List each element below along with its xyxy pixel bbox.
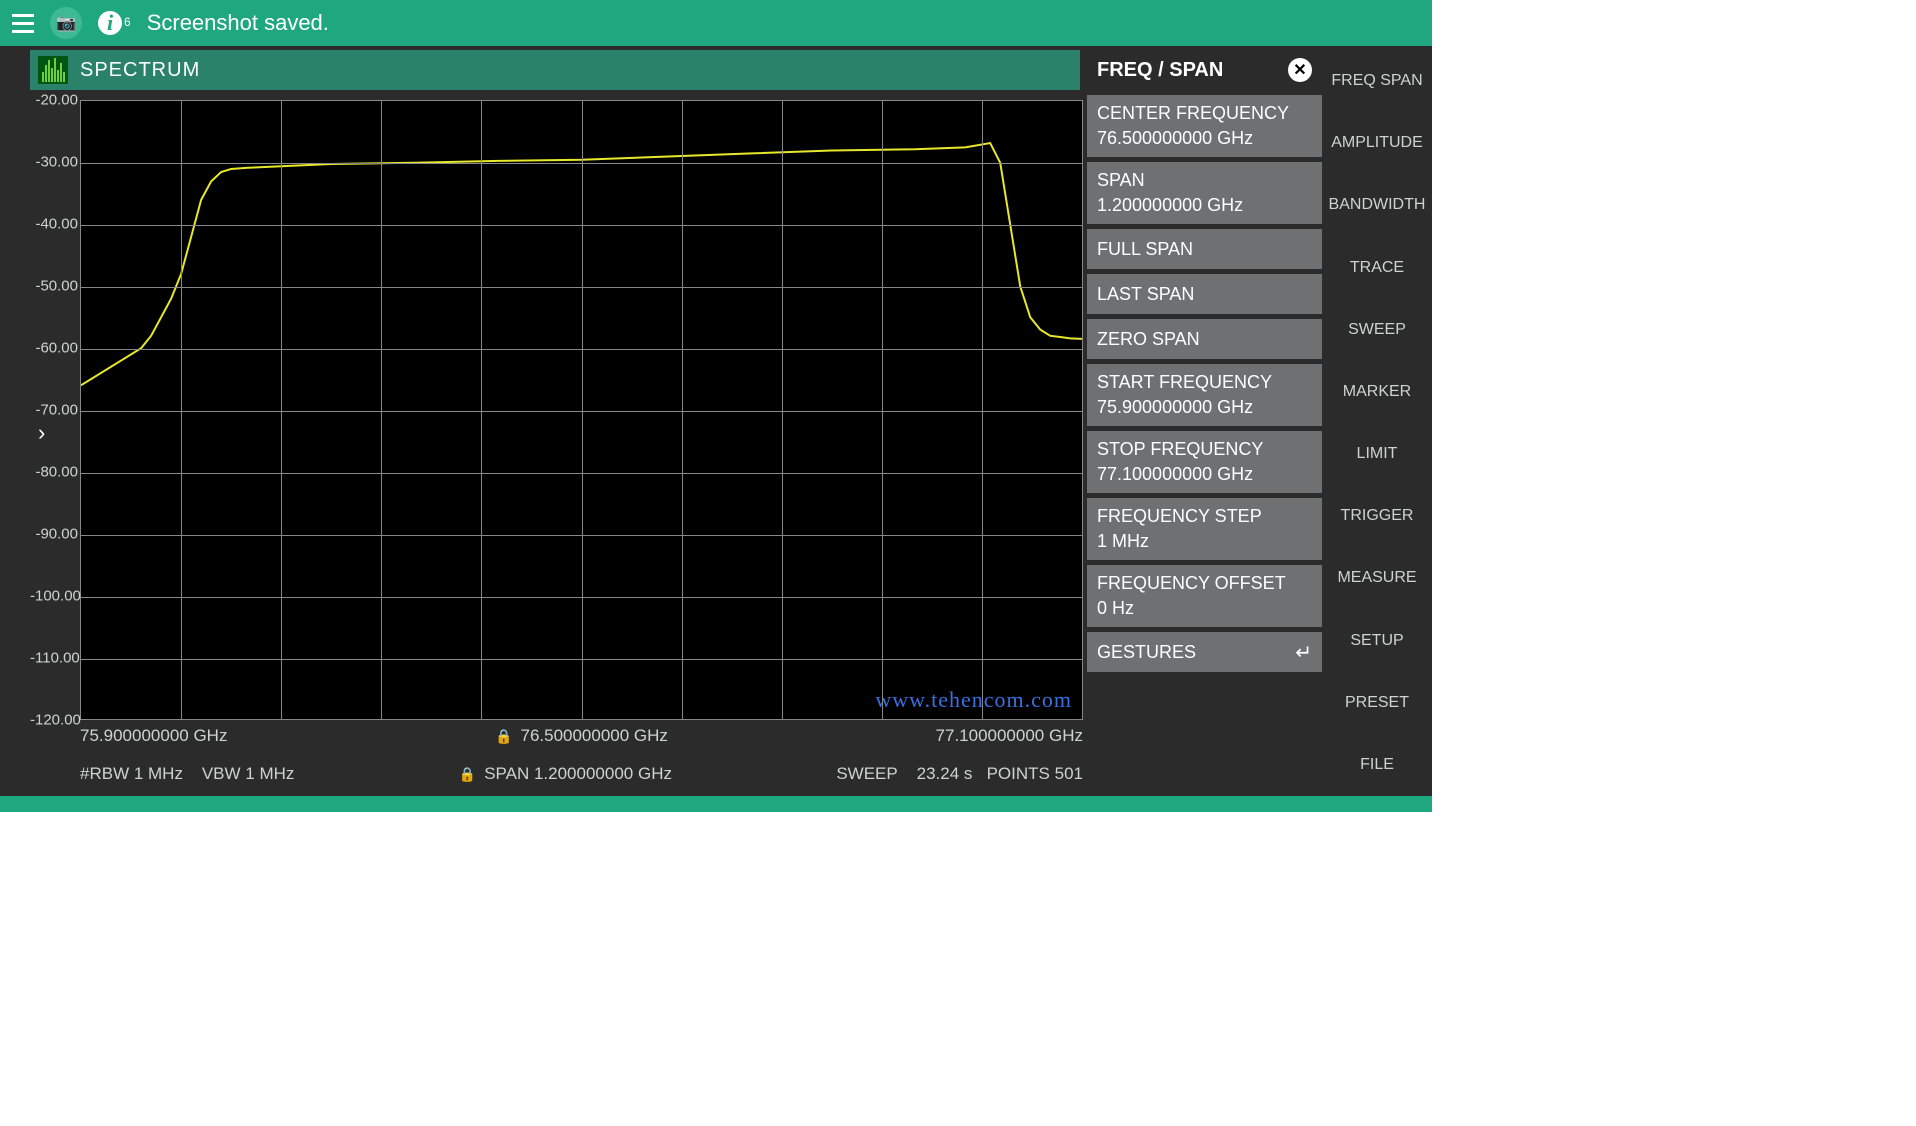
menu-item-measure[interactable]: MEASURE	[1322, 559, 1432, 597]
label: SPAN	[1097, 170, 1312, 191]
status-span: SPAN 1.200000000 GHz	[484, 764, 672, 784]
menu-icon[interactable]	[12, 14, 34, 33]
y-tick: -50.00	[30, 278, 78, 295]
toast-message: Screenshot saved.	[147, 10, 329, 36]
label: CENTER FREQUENCY	[1097, 103, 1312, 124]
label: ZERO SPAN	[1097, 329, 1200, 350]
top-bar: 📷 i 6 Screenshot saved.	[0, 0, 1432, 46]
bottom-bar	[0, 796, 1432, 812]
lock-icon: 🔒	[459, 766, 476, 783]
screenshot-button[interactable]: 📷	[50, 7, 82, 39]
right-menu: FREQ SPAN AMPLITUDE BANDWIDTH TRACE SWEE…	[1322, 50, 1432, 796]
x-center: 76.500000000 GHz	[520, 726, 667, 746]
spectrum-icon	[38, 56, 68, 84]
y-tick: -60.00	[30, 340, 78, 357]
y-tick: -40.00	[30, 216, 78, 233]
panel-item-start-frequency[interactable]: START FREQUENCY 75.900000000 GHz	[1087, 364, 1322, 426]
status-sweep-points: SWEEP 23.24 s POINTS 501	[836, 764, 1083, 784]
chart-area: › www.tehencom.com 75.900000000 GHz 🔒 76…	[30, 100, 1087, 742]
panel-item-zero-span[interactable]: ZERO SPAN	[1087, 319, 1322, 359]
menu-item-setup[interactable]: SETUP	[1322, 622, 1432, 660]
info-icon: i	[98, 11, 122, 35]
panel-item-full-span[interactable]: FULL SPAN	[1087, 229, 1322, 269]
info-count: 6	[124, 15, 131, 29]
chart-title-bar: SPECTRUM	[30, 50, 1080, 90]
lock-icon: 🔒	[495, 728, 512, 745]
label: LAST SPAN	[1097, 284, 1194, 305]
freq-span-panel: FREQ / SPAN ✕ CENTER FREQUENCY 76.500000…	[1087, 50, 1322, 796]
label: STOP FREQUENCY	[1097, 439, 1312, 460]
panel-title: FREQ / SPAN	[1097, 59, 1223, 82]
label: GESTURES	[1097, 642, 1196, 663]
panel-item-span[interactable]: SPAN 1.200000000 GHz	[1087, 162, 1322, 224]
chart-title: SPECTRUM	[80, 59, 200, 82]
status-rbw-vbw: #RBW 1 MHz VBW 1 MHz	[80, 764, 294, 784]
y-tick: -30.00	[30, 154, 78, 171]
panel-item-gestures[interactable]: GESTURES ↵	[1087, 632, 1322, 672]
label: START FREQUENCY	[1097, 372, 1312, 393]
panel-item-stop-frequency[interactable]: STOP FREQUENCY 77.100000000 GHz	[1087, 431, 1322, 493]
value: 75.900000000 GHz	[1097, 397, 1312, 418]
label: FULL SPAN	[1097, 239, 1193, 260]
info-badge[interactable]: i 6	[98, 11, 131, 35]
panel-item-frequency-step[interactable]: FREQUENCY STEP 1 MHz	[1087, 498, 1322, 560]
menu-item-freq-span[interactable]: FREQ SPAN	[1322, 62, 1432, 100]
label: FREQUENCY OFFSET	[1097, 573, 1312, 594]
value: 0 Hz	[1097, 598, 1312, 619]
menu-item-marker[interactable]: MARKER	[1322, 373, 1432, 411]
value: 1 MHz	[1097, 531, 1312, 552]
menu-item-sweep[interactable]: SWEEP	[1322, 311, 1432, 349]
label: FREQUENCY STEP	[1097, 506, 1312, 527]
menu-item-trace[interactable]: TRACE	[1322, 249, 1432, 287]
chevron-right-icon[interactable]: ›	[38, 420, 45, 446]
close-icon[interactable]: ✕	[1288, 58, 1312, 82]
y-tick: -70.00	[30, 402, 78, 419]
y-tick: -20.00	[30, 92, 78, 109]
camera-icon: 📷	[56, 13, 76, 33]
menu-item-trigger[interactable]: TRIGGER	[1322, 497, 1432, 535]
panel-item-last-span[interactable]: LAST SPAN	[1087, 274, 1322, 314]
value: 76.500000000 GHz	[1097, 128, 1312, 149]
value: 1.200000000 GHz	[1097, 195, 1312, 216]
x-axis-labels: 75.900000000 GHz 🔒 76.500000000 GHz 77.1…	[80, 726, 1083, 746]
x-start: 75.900000000 GHz	[80, 726, 227, 746]
menu-item-limit[interactable]: LIMIT	[1322, 435, 1432, 473]
status-row: #RBW 1 MHz VBW 1 MHz 🔒 SPAN 1.200000000 …	[80, 764, 1083, 784]
value: 77.100000000 GHz	[1097, 464, 1312, 485]
y-tick: -80.00	[30, 464, 78, 481]
menu-item-bandwidth[interactable]: BANDWIDTH	[1322, 186, 1432, 224]
y-tick: -100.00	[30, 588, 78, 605]
enter-icon: ↵	[1295, 640, 1312, 665]
plot[interactable]: www.tehencom.com	[80, 100, 1083, 720]
y-tick: -110.00	[30, 650, 78, 667]
menu-item-amplitude[interactable]: AMPLITUDE	[1322, 124, 1432, 162]
menu-item-file[interactable]: FILE	[1322, 746, 1432, 784]
watermark: www.tehencom.com	[875, 687, 1072, 713]
app-root: 📷 i 6 Screenshot saved. SPECTRUM FREQ SP…	[0, 0, 1432, 812]
panel-item-frequency-offset[interactable]: FREQUENCY OFFSET 0 Hz	[1087, 565, 1322, 627]
panel-item-center-frequency[interactable]: CENTER FREQUENCY 76.500000000 GHz	[1087, 95, 1322, 157]
menu-item-preset[interactable]: PRESET	[1322, 684, 1432, 722]
x-stop: 77.100000000 GHz	[936, 726, 1083, 746]
panel-header: FREQ / SPAN ✕	[1087, 50, 1322, 90]
y-tick: -120.00	[30, 712, 78, 729]
y-tick: -90.00	[30, 526, 78, 543]
